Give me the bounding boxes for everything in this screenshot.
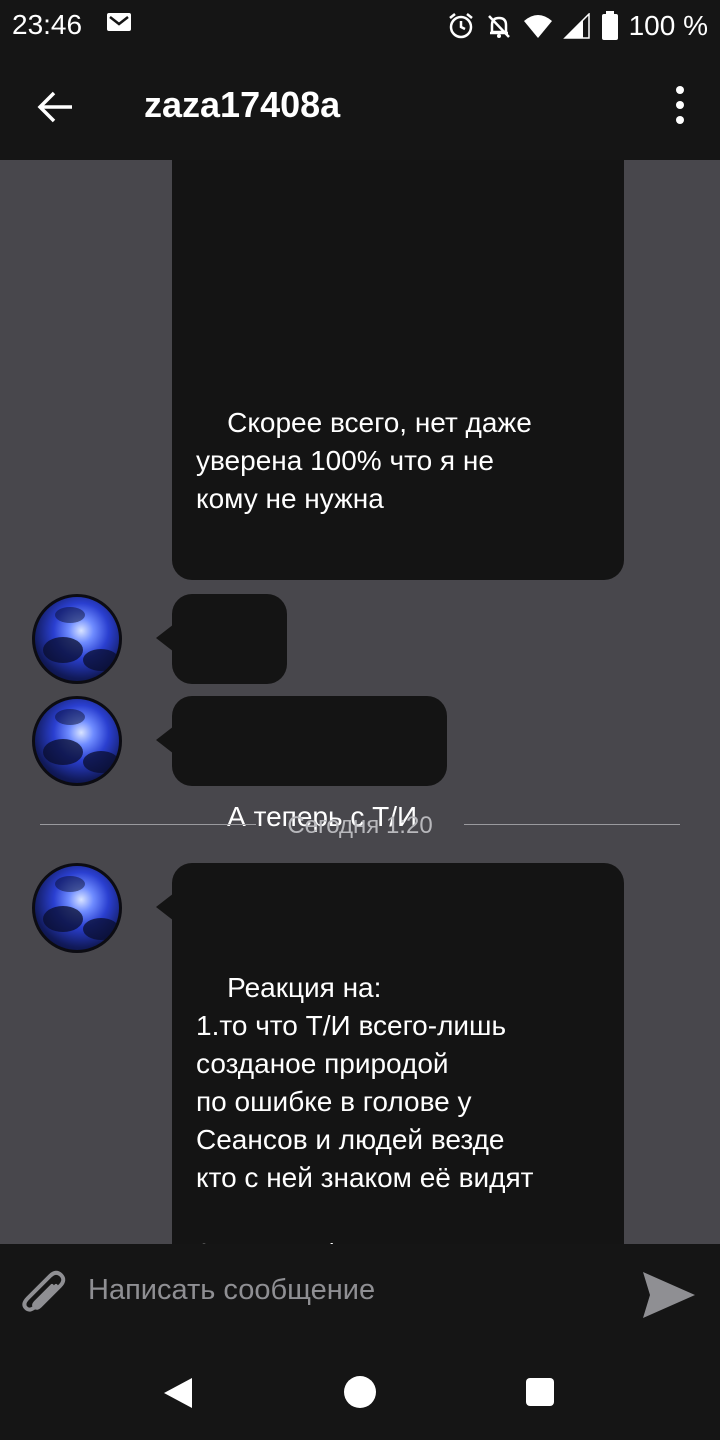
app-bar: zaza17408a bbox=[0, 52, 720, 160]
avatar[interactable] bbox=[32, 594, 122, 684]
more-vertical-icon[interactable] bbox=[670, 84, 690, 128]
signal-icon bbox=[562, 13, 590, 39]
message-bubble[interactable]: Скорее всего, нет даже уверена 100% что … bbox=[172, 160, 624, 580]
wifi-icon bbox=[523, 15, 552, 38]
chat-title[interactable]: zaza17408a bbox=[144, 84, 340, 126]
status-bar: 23:46 100 % bbox=[0, 0, 720, 52]
message-text: Реакция на: 1.то что Т/И всего-лишь созд… bbox=[196, 972, 534, 1244]
battery-icon bbox=[601, 11, 618, 40]
battery-percentage: 100 % bbox=[628, 10, 708, 41]
paperclip-icon[interactable] bbox=[18, 1270, 72, 1324]
message-bubble[interactable]: А теперь с Т/И bbox=[156, 696, 447, 832]
avatar[interactable] bbox=[32, 863, 122, 953]
nav-back-icon[interactable] bbox=[162, 1376, 194, 1410]
nav-home-icon[interactable] bbox=[344, 1376, 376, 1408]
mail-icon bbox=[107, 13, 131, 31]
bell-off-icon bbox=[487, 15, 510, 38]
date-separator: Сегодня 1:20 bbox=[40, 812, 680, 842]
alarm-icon bbox=[448, 13, 473, 39]
message-text: Скорее всего, нет даже уверена 100% что … bbox=[196, 407, 532, 514]
date-label: Сегодня 1:20 bbox=[287, 812, 433, 839]
arrow-left-icon[interactable] bbox=[30, 82, 80, 132]
message-list[interactable]: Скорее всего, нет даже уверена 100% что … bbox=[0, 160, 720, 1244]
status-time: 23:46 bbox=[12, 9, 83, 40]
avatar[interactable] bbox=[32, 696, 122, 786]
message-input[interactable]: Написать сообщение bbox=[88, 1274, 375, 1307]
message-bubble[interactable]: ..... * bbox=[156, 594, 287, 768]
send-icon[interactable] bbox=[640, 1266, 698, 1324]
message-bubble[interactable]: Реакция на: 1.то что Т/И всего-лишь созд… bbox=[156, 863, 624, 1244]
nav-recents-icon[interactable] bbox=[526, 1378, 554, 1406]
system-navigation-bar bbox=[0, 1346, 720, 1440]
divider bbox=[464, 824, 680, 825]
message-composer: Написать сообщение bbox=[0, 1244, 720, 1346]
